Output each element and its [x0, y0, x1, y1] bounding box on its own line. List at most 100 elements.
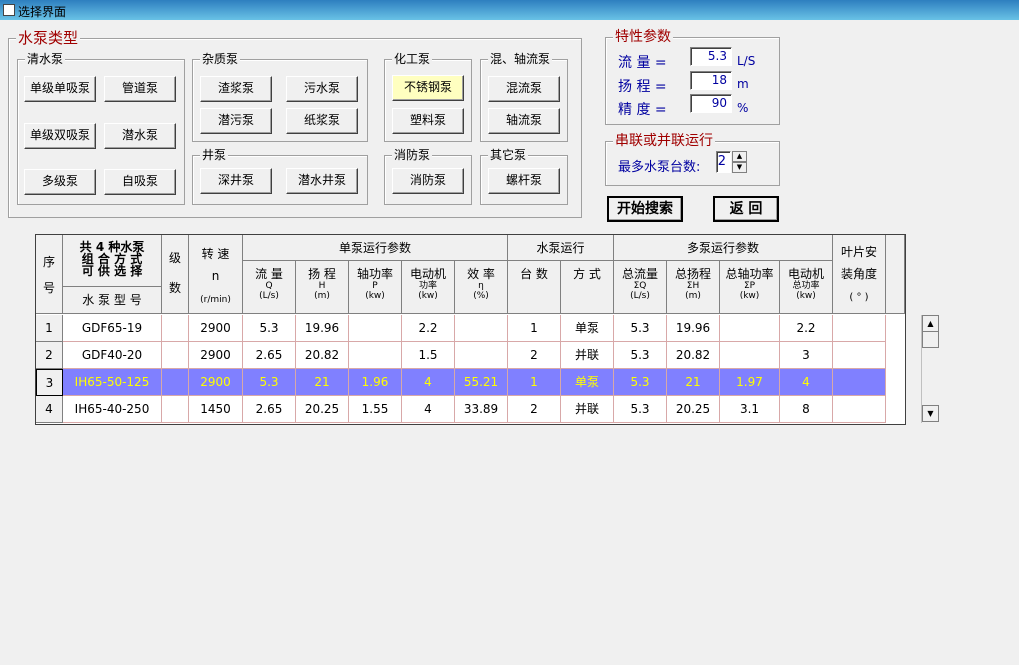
- cell-blade[interactable]: [833, 396, 886, 423]
- sundries-label: 杂质泵: [200, 51, 241, 67]
- subheader-label: 方 式: [573, 267, 601, 281]
- btn-fire-pump[interactable]: 消防泵: [392, 168, 464, 194]
- cell-th[interactable]: 20.82: [667, 342, 720, 369]
- cell-th[interactable]: 19.96: [667, 315, 720, 342]
- vertical-scrollbar[interactable]: ▲ ▼: [921, 315, 939, 423]
- back-button[interactable]: 返 回: [713, 196, 779, 222]
- cell-tm[interactable]: 8: [780, 396, 833, 423]
- btn-axial-flow-pump[interactable]: 轴流泵: [488, 108, 560, 134]
- cell-eff[interactable]: 33.89: [455, 396, 508, 423]
- cell-tm[interactable]: 3: [780, 342, 833, 369]
- start-search-button[interactable]: 开始搜索: [607, 196, 683, 222]
- cell-tq[interactable]: 5.3: [614, 315, 667, 342]
- cell-motor[interactable]: 2.2: [402, 315, 455, 342]
- cell-count[interactable]: 2: [508, 396, 561, 423]
- btn-stainless-steel-pump[interactable]: 不锈钢泵: [392, 75, 464, 101]
- cell-model[interactable]: IH65-40-250: [63, 396, 162, 423]
- cell-model[interactable]: GDF65-19: [63, 315, 162, 342]
- cell-stage[interactable]: [162, 396, 189, 423]
- cell-tp[interactable]: 3.1: [720, 396, 780, 423]
- cell-th[interactable]: 20.25: [667, 396, 720, 423]
- btn-single-stage-double-suction[interactable]: 单级双吸泵: [24, 123, 96, 149]
- cell-eff[interactable]: [455, 315, 508, 342]
- cell-q[interactable]: 5.3: [243, 369, 296, 396]
- cell-speed[interactable]: 2900: [189, 369, 243, 396]
- scroll-down-icon[interactable]: ▼: [922, 405, 939, 422]
- cell-tp[interactable]: 1.97: [720, 369, 780, 396]
- scroll-up-icon[interactable]: ▲: [922, 315, 939, 332]
- cell-model[interactable]: GDF40-20: [63, 342, 162, 369]
- max-pump-count-input[interactable]: 2: [716, 151, 731, 173]
- btn-sewage-pump[interactable]: 污水泵: [286, 76, 358, 102]
- cell-mode[interactable]: 单泵: [561, 315, 614, 342]
- spin-down-icon[interactable]: ▼: [732, 162, 747, 173]
- cell-model[interactable]: IH65-50-125: [63, 369, 162, 396]
- cell-stage[interactable]: [162, 369, 189, 396]
- cell-th[interactable]: 21: [667, 369, 720, 396]
- subheader-unit: (kw): [365, 291, 385, 301]
- btn-paper-pulp-pump[interactable]: 纸浆泵: [286, 108, 358, 134]
- btn-mixed-flow-pump[interactable]: 混流泵: [488, 76, 560, 102]
- cell-motor[interactable]: 1.5: [402, 342, 455, 369]
- cell-motor[interactable]: 4: [402, 396, 455, 423]
- cell-h[interactable]: 20.82: [296, 342, 349, 369]
- cell-blade[interactable]: [833, 369, 886, 396]
- scroll-thumb[interactable]: [922, 331, 939, 348]
- cell-stage[interactable]: [162, 315, 189, 342]
- head-label: 扬 程 =: [618, 79, 667, 95]
- cell-tq[interactable]: 5.3: [614, 396, 667, 423]
- cell-eff[interactable]: [455, 342, 508, 369]
- mixed-axial-label: 混、轴流泵: [488, 51, 553, 67]
- cell-p[interactable]: [349, 315, 402, 342]
- btn-submersible-well-pump[interactable]: 潜水井泵: [286, 168, 358, 194]
- cell-mode[interactable]: 并联: [561, 396, 614, 423]
- cell-speed[interactable]: 1450: [189, 396, 243, 423]
- btn-multistage-pump[interactable]: 多级泵: [24, 169, 96, 195]
- cell-eff[interactable]: 55.21: [455, 369, 508, 396]
- cell-tp[interactable]: [720, 342, 780, 369]
- cell-h[interactable]: 21: [296, 369, 349, 396]
- cell-q[interactable]: 2.65: [243, 342, 296, 369]
- btn-submersible-sewage-pump[interactable]: 潜污泵: [200, 108, 272, 134]
- cell-speed[interactable]: 2900: [189, 342, 243, 369]
- head-input[interactable]: 18: [690, 71, 732, 90]
- precision-input[interactable]: 90: [690, 94, 732, 113]
- cell-stage[interactable]: [162, 342, 189, 369]
- flow-input[interactable]: 5.3: [690, 47, 732, 66]
- cell-motor[interactable]: 4: [402, 369, 455, 396]
- cell-q[interactable]: 5.3: [243, 315, 296, 342]
- cell-speed[interactable]: 2900: [189, 315, 243, 342]
- spin-up-icon[interactable]: ▲: [732, 151, 747, 162]
- row-number[interactable]: 3: [36, 369, 63, 396]
- btn-deep-well-pump[interactable]: 深井泵: [200, 168, 272, 194]
- cell-mode[interactable]: 并联: [561, 342, 614, 369]
- btn-screw-pump[interactable]: 螺杆泵: [488, 168, 560, 194]
- cell-p[interactable]: [349, 342, 402, 369]
- btn-single-stage-single-suction[interactable]: 单级单吸泵: [24, 76, 96, 102]
- cell-p[interactable]: 1.55: [349, 396, 402, 423]
- results-grid[interactable]: 序号 共 4 种水泵组 合 方 式可 供 选 择 水 泵 型 号 级数 转 速 n…: [35, 234, 939, 425]
- row-number[interactable]: 2: [36, 342, 63, 369]
- cell-tm[interactable]: 2.2: [780, 315, 833, 342]
- btn-self-priming-pump[interactable]: 自吸泵: [104, 169, 176, 195]
- cell-blade[interactable]: [833, 315, 886, 342]
- cell-mode[interactable]: 单泵: [561, 369, 614, 396]
- cell-count[interactable]: 1: [508, 369, 561, 396]
- cell-tp[interactable]: [720, 315, 780, 342]
- row-number[interactable]: 4: [36, 396, 63, 423]
- row-number[interactable]: 1: [36, 315, 63, 342]
- cell-blade[interactable]: [833, 342, 886, 369]
- cell-h[interactable]: 20.25: [296, 396, 349, 423]
- cell-count[interactable]: 2: [508, 342, 561, 369]
- btn-submersible-pump[interactable]: 潜水泵: [104, 123, 176, 149]
- cell-tq[interactable]: 5.3: [614, 342, 667, 369]
- cell-p[interactable]: 1.96: [349, 369, 402, 396]
- cell-tm[interactable]: 4: [780, 369, 833, 396]
- btn-slurry-pump[interactable]: 渣浆泵: [200, 76, 272, 102]
- cell-q[interactable]: 2.65: [243, 396, 296, 423]
- cell-tq[interactable]: 5.3: [614, 369, 667, 396]
- cell-h[interactable]: 19.96: [296, 315, 349, 342]
- btn-pipeline-pump[interactable]: 管道泵: [104, 76, 176, 102]
- btn-plastic-pump[interactable]: 塑料泵: [392, 108, 464, 134]
- cell-count[interactable]: 1: [508, 315, 561, 342]
